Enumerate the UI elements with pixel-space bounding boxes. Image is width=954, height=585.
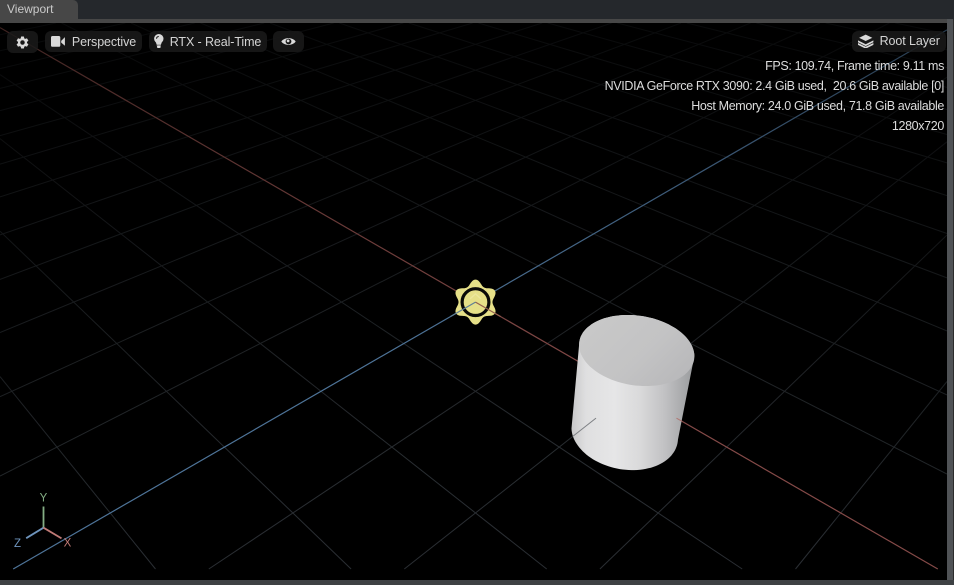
- svg-text:Z: Z: [14, 538, 21, 550]
- svg-text:X: X: [64, 538, 72, 550]
- svg-text:Y: Y: [40, 493, 48, 505]
